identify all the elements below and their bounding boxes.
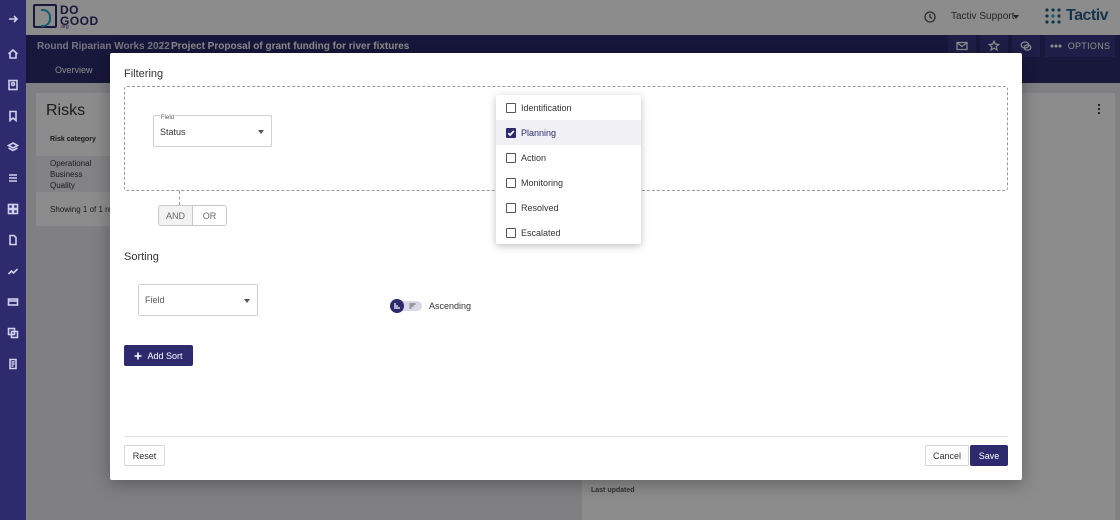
checkbox-checked[interactable] <box>506 127 516 138</box>
filter-field-label: Field <box>160 115 176 121</box>
sort-direction-toggle[interactable] <box>390 299 423 313</box>
add-sort-label: Add Sort <box>147 350 183 361</box>
status-option-label: Action <box>521 152 547 163</box>
cancel-button[interactable]: Cancel <box>925 445 969 466</box>
report-icon[interactable] <box>5 356 21 372</box>
checkbox[interactable] <box>506 177 516 188</box>
plus-icon <box>134 352 142 359</box>
sort-direction-label: Ascending <box>429 301 472 311</box>
add-sort-button[interactable]: Add Sort <box>124 345 193 366</box>
filter-field-select[interactable]: Field Status <box>153 115 272 147</box>
layers-icon[interactable] <box>5 139 21 155</box>
filter-sort-modal: Filtering Field Status AND OR Identifica… <box>110 53 1022 480</box>
status-option-label: Identification <box>521 102 572 113</box>
checkbox[interactable] <box>506 102 516 113</box>
last-updated-label: Last updated <box>591 487 635 494</box>
filter-connector <box>179 191 180 205</box>
status-option-escalated[interactable]: Escalated <box>496 220 641 245</box>
and-button[interactable]: AND <box>159 206 192 225</box>
sort-ascending-icon <box>394 303 400 309</box>
dashboard-icon[interactable] <box>5 201 21 217</box>
contacts-icon[interactable] <box>5 77 21 93</box>
status-option-monitoring[interactable]: Monitoring <box>496 170 641 195</box>
save-button[interactable]: Save <box>970 445 1008 466</box>
expand-arrow-icon[interactable] <box>5 11 21 27</box>
sort-descending-icon <box>409 303 416 309</box>
chart-icon[interactable] <box>5 263 21 279</box>
chevron-down-icon <box>244 299 250 303</box>
status-option-identification[interactable]: Identification <box>496 95 641 120</box>
checkbox[interactable] <box>506 152 516 163</box>
status-option-planning[interactable]: Planning <box>496 120 641 145</box>
checkbox[interactable] <box>506 202 516 213</box>
status-option-resolved[interactable]: Resolved <box>496 195 641 220</box>
or-button[interactable]: OR <box>192 206 226 225</box>
document-icon[interactable] <box>5 232 21 248</box>
status-option-label: Resolved <box>521 202 559 213</box>
footer-divider <box>124 436 1008 437</box>
sorting-title: Sorting <box>124 251 159 263</box>
card-icon[interactable] <box>5 294 21 310</box>
checkmark-icon <box>507 129 515 136</box>
bookmark-icon[interactable] <box>5 108 21 124</box>
status-option-label: Escalated <box>521 227 561 238</box>
filter-field-value: Status <box>160 127 186 137</box>
sort-field-placeholder: Field <box>145 295 165 305</box>
status-option-label: Monitoring <box>521 177 564 188</box>
chevron-down-icon <box>258 130 264 134</box>
status-option-action[interactable]: Action <box>496 145 641 170</box>
sort-field-select[interactable]: Field <box>138 284 258 316</box>
copy-icon[interactable] <box>5 325 21 341</box>
left-rail <box>0 0 26 520</box>
status-option-label: Planning <box>521 127 557 138</box>
filtering-title: Filtering <box>124 68 164 80</box>
list-icon[interactable] <box>5 170 21 186</box>
reset-button[interactable]: Reset <box>124 445 165 466</box>
home-icon[interactable] <box>5 46 21 62</box>
status-options-dropdown: Identification Planning Action Monitorin… <box>496 95 641 244</box>
and-or-toggle: AND OR <box>158 205 227 226</box>
checkbox[interactable] <box>506 227 516 238</box>
